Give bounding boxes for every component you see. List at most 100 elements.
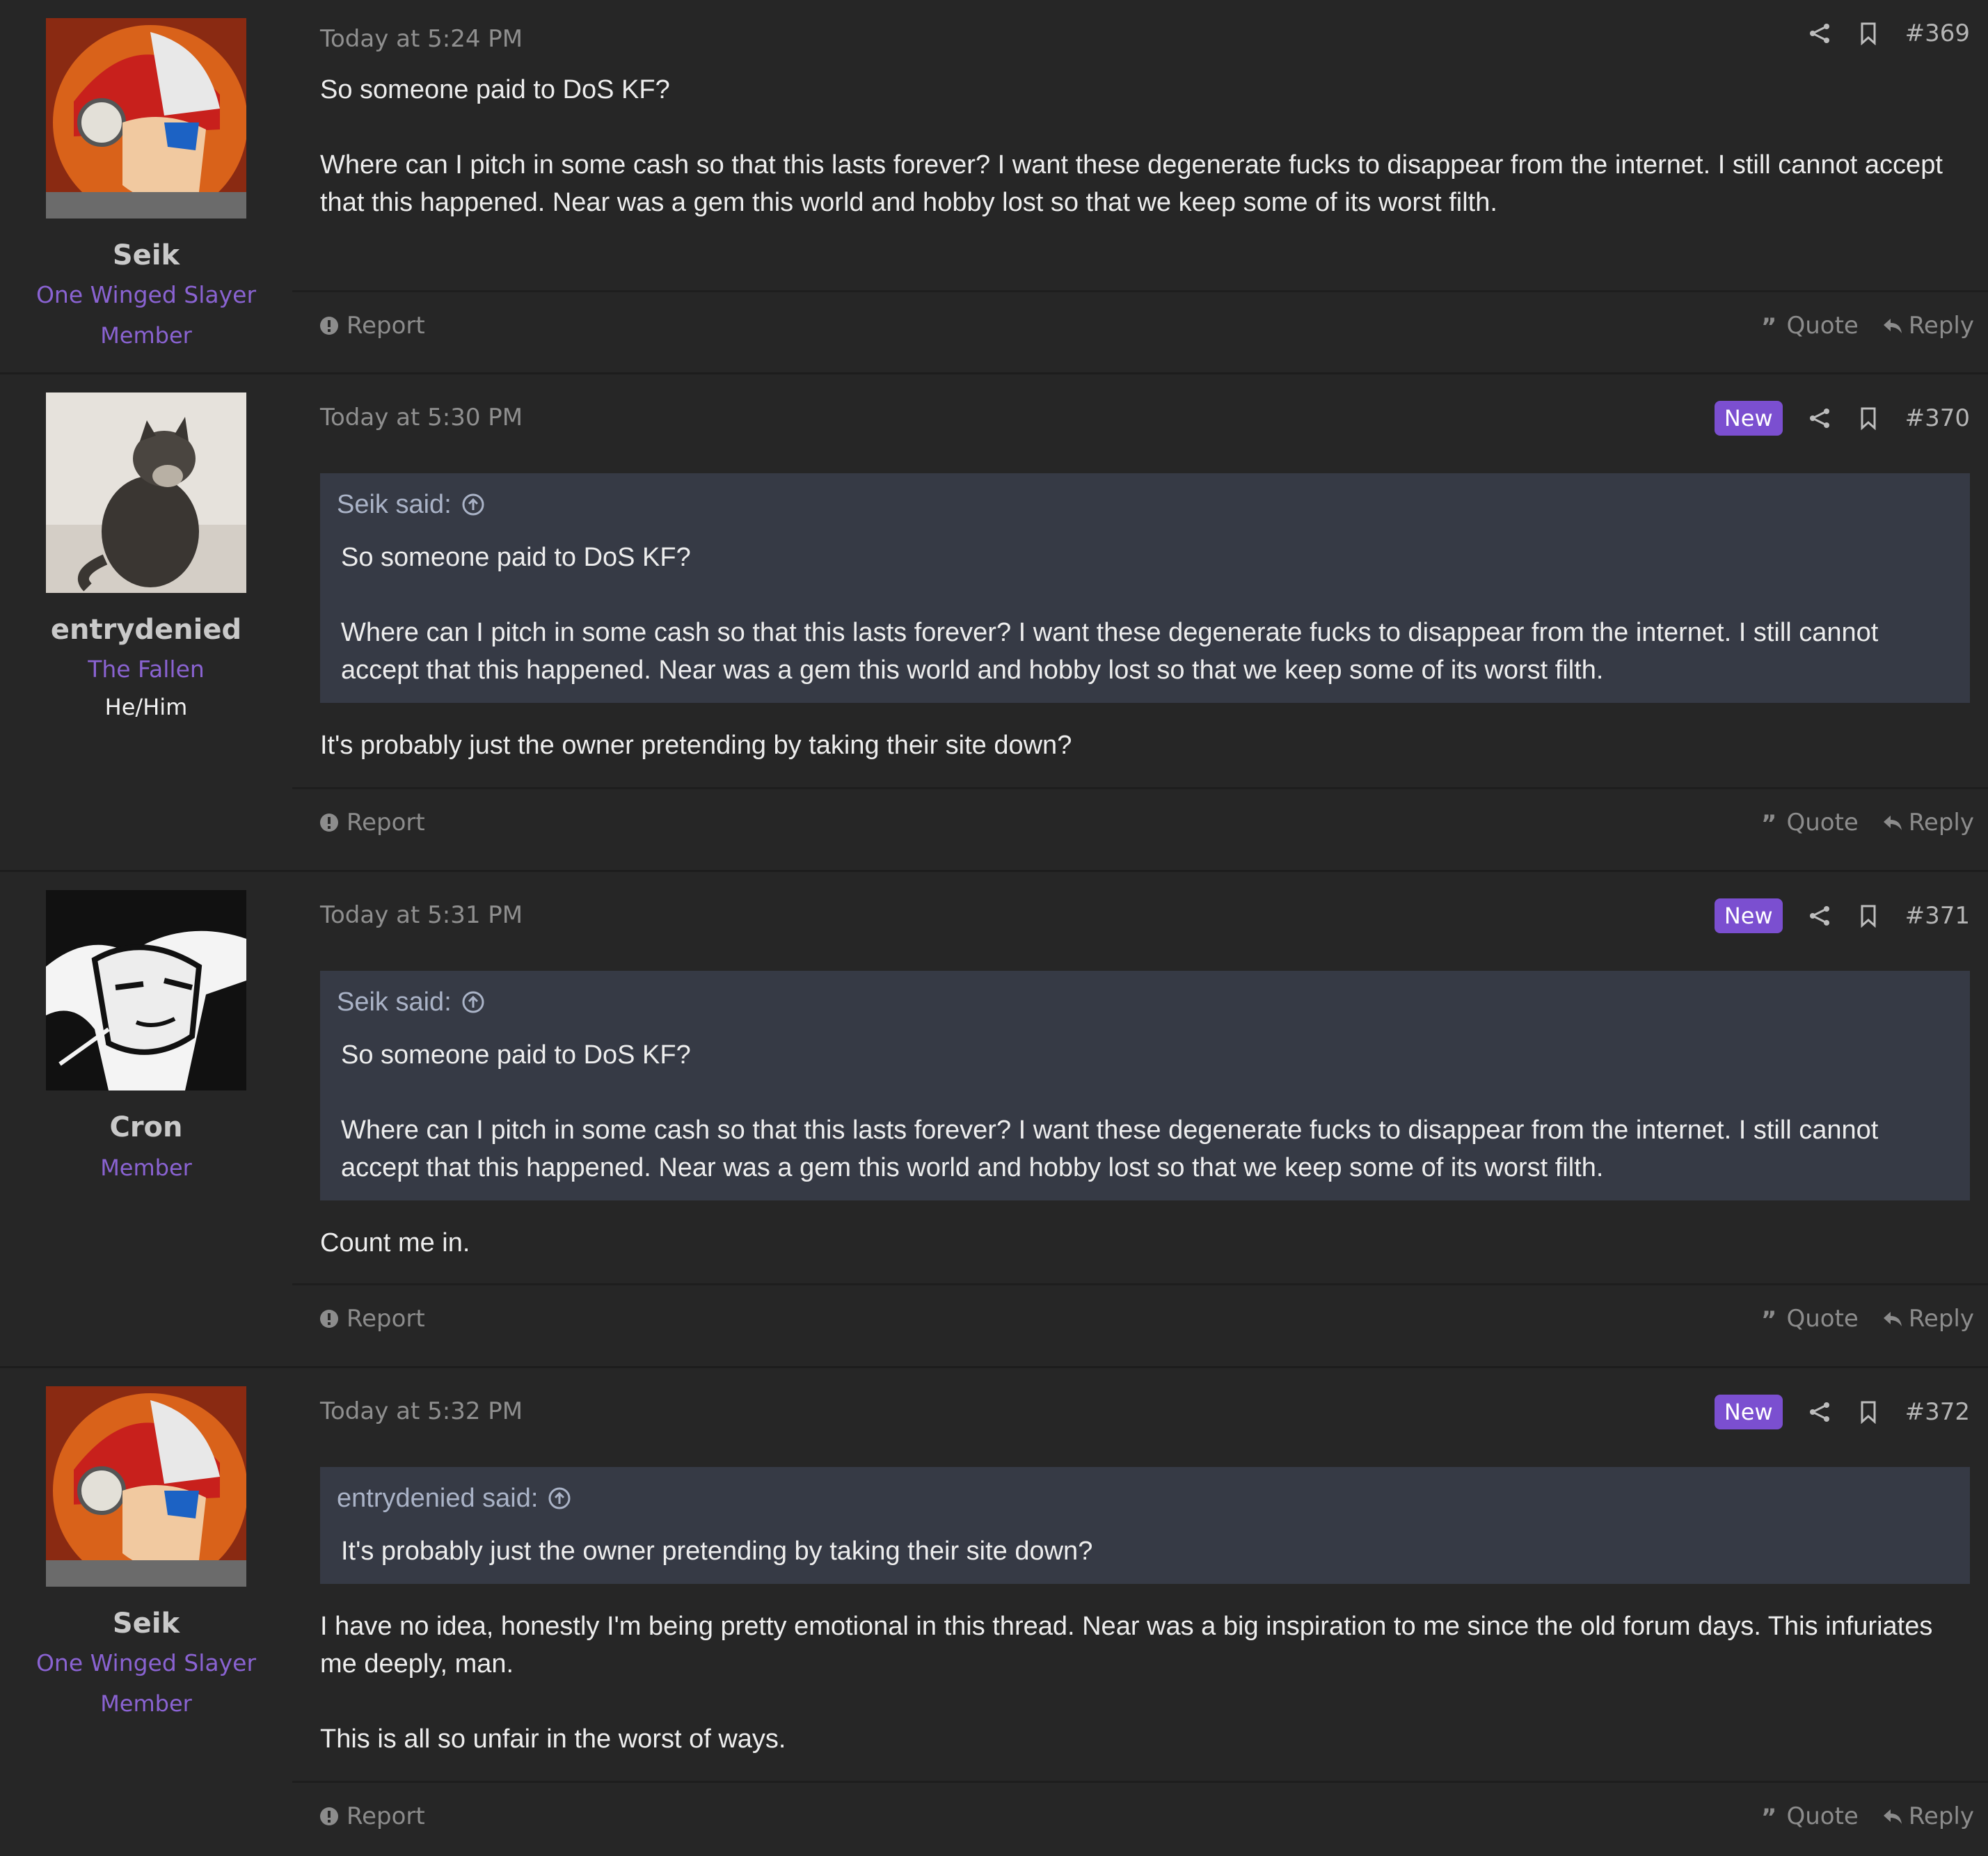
post-body: entrydenied said: It's probably just the… <box>320 1467 1970 1795</box>
report-button[interactable]: Report <box>319 1802 425 1830</box>
post-timestamp[interactable]: Today at 5:32 PM <box>320 1397 523 1425</box>
bookmark-icon[interactable] <box>1856 904 1880 928</box>
footer-divider <box>292 787 1988 789</box>
avatar[interactable] <box>46 1386 246 1587</box>
reply-button[interactable]: Reply <box>1882 1802 1974 1830</box>
bookmark-icon[interactable] <box>1856 1400 1880 1424</box>
user-title: The Fallen <box>88 656 205 683</box>
share-icon[interactable] <box>1808 22 1831 45</box>
username[interactable]: entrydenied <box>0 614 292 646</box>
report-icon <box>320 814 338 832</box>
quote-button[interactable]: ” Quote <box>1760 809 1858 836</box>
report-icon <box>320 1310 338 1328</box>
user-title: One Winged Slayer <box>35 1649 257 1676</box>
post-paragraph: This is all so unfair in the worst of wa… <box>320 1724 786 1754</box>
quote-text: So someone paid to DoS KF? Where can I p… <box>337 1036 1953 1187</box>
report-button[interactable]: Report <box>319 809 425 836</box>
quote-label: Quote <box>1786 1802 1859 1830</box>
report-button[interactable]: Report <box>319 312 425 340</box>
post-actions: New #372 <box>1714 1395 1970 1429</box>
new-badge: New <box>1714 401 1783 436</box>
new-badge: New <box>1714 1395 1783 1429</box>
post-footer: Report ” Quote Reply <box>319 809 1974 836</box>
post-body: So someone paid to DoS KF? Where can I p… <box>320 71 1970 259</box>
quote-paragraph: Where can I pitch in some cash so that t… <box>341 618 1879 685</box>
reply-icon <box>1883 319 1902 333</box>
svg-text:”: ” <box>1761 1308 1776 1329</box>
quote-button[interactable]: ” Quote <box>1760 312 1858 340</box>
post-paragraph: It's probably just the owner pretending … <box>320 731 1072 760</box>
share-icon[interactable] <box>1808 1400 1831 1424</box>
post-number[interactable]: #370 <box>1905 404 1970 432</box>
post-timestamp[interactable]: Today at 5:24 PM <box>320 25 523 53</box>
post-main: Today at 5:31 PM New #371 Seik said: So … <box>292 872 1988 1366</box>
post-number[interactable]: #372 <box>1905 1398 1970 1426</box>
report-label: Report <box>347 1305 425 1333</box>
username[interactable]: Seik <box>0 1608 292 1640</box>
post-paragraph: Where can I pitch in some cash so that t… <box>320 150 1943 217</box>
user-title: One Winged Slayer <box>35 281 257 308</box>
reply-button[interactable]: Reply <box>1882 809 1974 836</box>
bookmark-icon[interactable] <box>1856 406 1880 430</box>
svg-text:”: ” <box>1761 315 1776 336</box>
post-user-info: Cron Member <box>0 872 292 1366</box>
post-paragraph: Count me in. <box>320 1228 470 1258</box>
quote-paragraph: So someone paid to DoS KF? <box>341 543 691 572</box>
quote-block: entrydenied said: It's probably just the… <box>320 1467 1970 1584</box>
username[interactable]: Seik <box>0 239 292 271</box>
quote-icon: ” <box>1761 1308 1776 1329</box>
bookmark-icon[interactable] <box>1856 22 1880 45</box>
quote-button[interactable]: ” Quote <box>1760 1305 1858 1333</box>
share-icon[interactable] <box>1808 904 1831 928</box>
quote-header[interactable]: Seik said: <box>337 983 1953 1021</box>
user-role: Member <box>100 1690 192 1717</box>
post-paragraph: So someone paid to DoS KF? <box>320 75 670 104</box>
quote-author: entrydenied said: <box>337 1484 539 1513</box>
post-footer: Report ” Quote Reply <box>319 1802 1974 1830</box>
report-button[interactable]: Report <box>319 1305 425 1333</box>
post-user-info: entrydenied The Fallen He/Him <box>0 374 292 870</box>
post-371: Cron Member Today at 5:31 PM New #371 Se… <box>0 872 1988 1366</box>
quote-label: Quote <box>1786 809 1859 836</box>
post-actions: New #371 <box>1714 898 1970 933</box>
jump-to-quote-icon[interactable] <box>548 1486 571 1510</box>
reply-button[interactable]: Reply <box>1882 1305 1974 1333</box>
reply-button[interactable]: Reply <box>1882 312 1974 340</box>
footer-divider <box>292 1781 1988 1783</box>
jump-to-quote-icon[interactable] <box>461 493 485 516</box>
footer-divider <box>292 290 1988 292</box>
post-user-info: Seik One Winged Slayer Member <box>0 1368 292 1856</box>
post-paragraph: I have no idea, honestly I'm being prett… <box>320 1612 1933 1679</box>
post-user-info: Seik One Winged Slayer Member <box>0 0 292 372</box>
quote-author: Seik said: <box>337 988 452 1017</box>
jump-to-quote-icon[interactable] <box>461 990 485 1014</box>
quote-icon: ” <box>1761 1806 1776 1827</box>
quote-paragraph: It's probably just the owner pretending … <box>341 1537 1093 1566</box>
avatar[interactable] <box>46 890 246 1090</box>
reply-icon <box>1883 1312 1902 1326</box>
share-icon[interactable] <box>1808 406 1831 430</box>
quote-label: Quote <box>1786 1305 1859 1333</box>
user-role: Member <box>100 1155 192 1181</box>
quote-header[interactable]: Seik said: <box>337 486 1953 523</box>
report-icon <box>320 1807 338 1825</box>
quote-block: Seik said: So someone paid to DoS KF? Wh… <box>320 473 1970 703</box>
avatar[interactable] <box>46 18 246 219</box>
quote-icon: ” <box>1761 315 1776 336</box>
quote-author: Seik said: <box>337 490 452 519</box>
quote-button[interactable]: ” Quote <box>1760 1802 1858 1830</box>
reply-icon <box>1883 1809 1902 1824</box>
post-timestamp[interactable]: Today at 5:30 PM <box>320 404 523 431</box>
reply-label: Reply <box>1908 312 1974 340</box>
post-body: Seik said: So someone paid to DoS KF? Wh… <box>320 473 1970 802</box>
avatar[interactable] <box>46 392 246 593</box>
quote-text: So someone paid to DoS KF? Where can I p… <box>337 539 1953 689</box>
reply-label: Reply <box>1908 809 1974 836</box>
post-timestamp[interactable]: Today at 5:31 PM <box>320 901 523 929</box>
quote-header[interactable]: entrydenied said: <box>337 1480 1953 1517</box>
username[interactable]: Cron <box>0 1111 292 1143</box>
report-label: Report <box>347 312 425 340</box>
post-number[interactable]: #371 <box>1905 902 1970 930</box>
post-number[interactable]: #369 <box>1905 19 1970 47</box>
post-footer: Report ” Quote Reply <box>319 1305 1974 1333</box>
